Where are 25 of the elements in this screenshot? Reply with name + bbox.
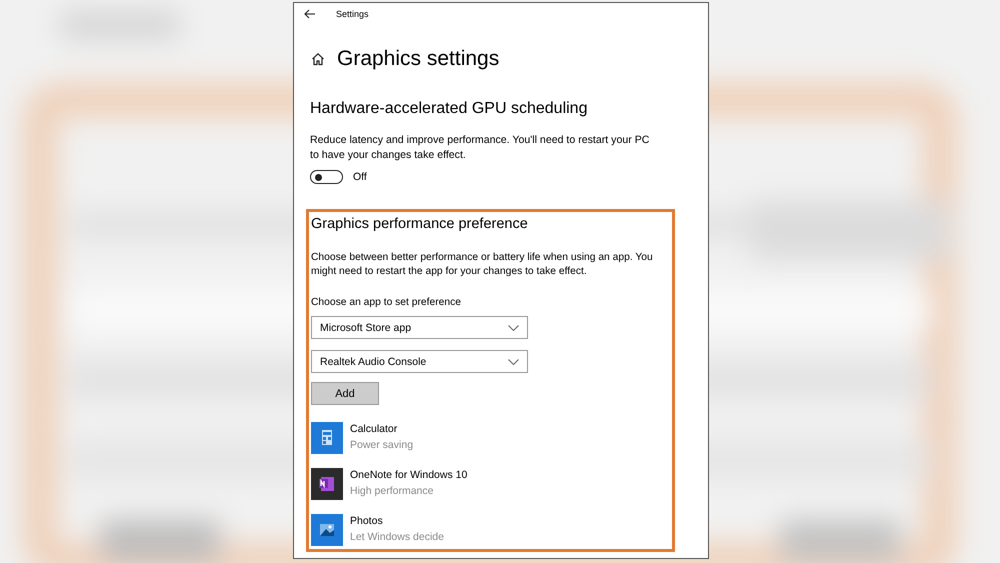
app-status: High performance <box>350 485 434 497</box>
back-arrow-icon[interactable] <box>304 9 316 19</box>
window-title: Settings <box>336 9 369 19</box>
page-title: Graphics settings <box>337 47 500 71</box>
chevron-down-icon <box>508 324 519 330</box>
add-button[interactable]: Add <box>311 382 379 405</box>
description-text: Choose between better performance or battery life when using an app. You might need to restart the app for your changes to take effect. <box>311 251 654 279</box>
dropdown[interactable]: Realtek Audio Console <box>311 350 528 373</box>
chevron-down-icon <box>508 358 519 364</box>
app-name[interactable]: OneNote for Windows 10 <box>350 469 468 481</box>
field-label: Choose an app to set preference <box>311 297 462 308</box>
calculator-app-icon <box>311 422 343 454</box>
section-heading: Hardware-accelerated GPU scheduling <box>310 100 588 118</box>
home-icon[interactable] <box>311 52 325 66</box>
app-status: Let Windows decide <box>350 531 444 543</box>
description-text: Reduce latency and improve performance. You'll need to restart your PC to have your changes take effect. <box>310 133 650 163</box>
app-name[interactable]: Calculator <box>350 423 414 435</box>
photos-app-icon <box>311 514 343 546</box>
app-status: Power saving <box>350 439 414 451</box>
toggle-label: Off <box>353 171 367 183</box>
app-name[interactable]: Photos <box>350 515 444 527</box>
onenote-app-icon <box>311 468 343 500</box>
section-heading: Graphics performance preference <box>311 216 529 232</box>
toggle-switch[interactable] <box>310 170 343 184</box>
dropdown[interactable]: Microsoft Store app <box>311 316 528 339</box>
